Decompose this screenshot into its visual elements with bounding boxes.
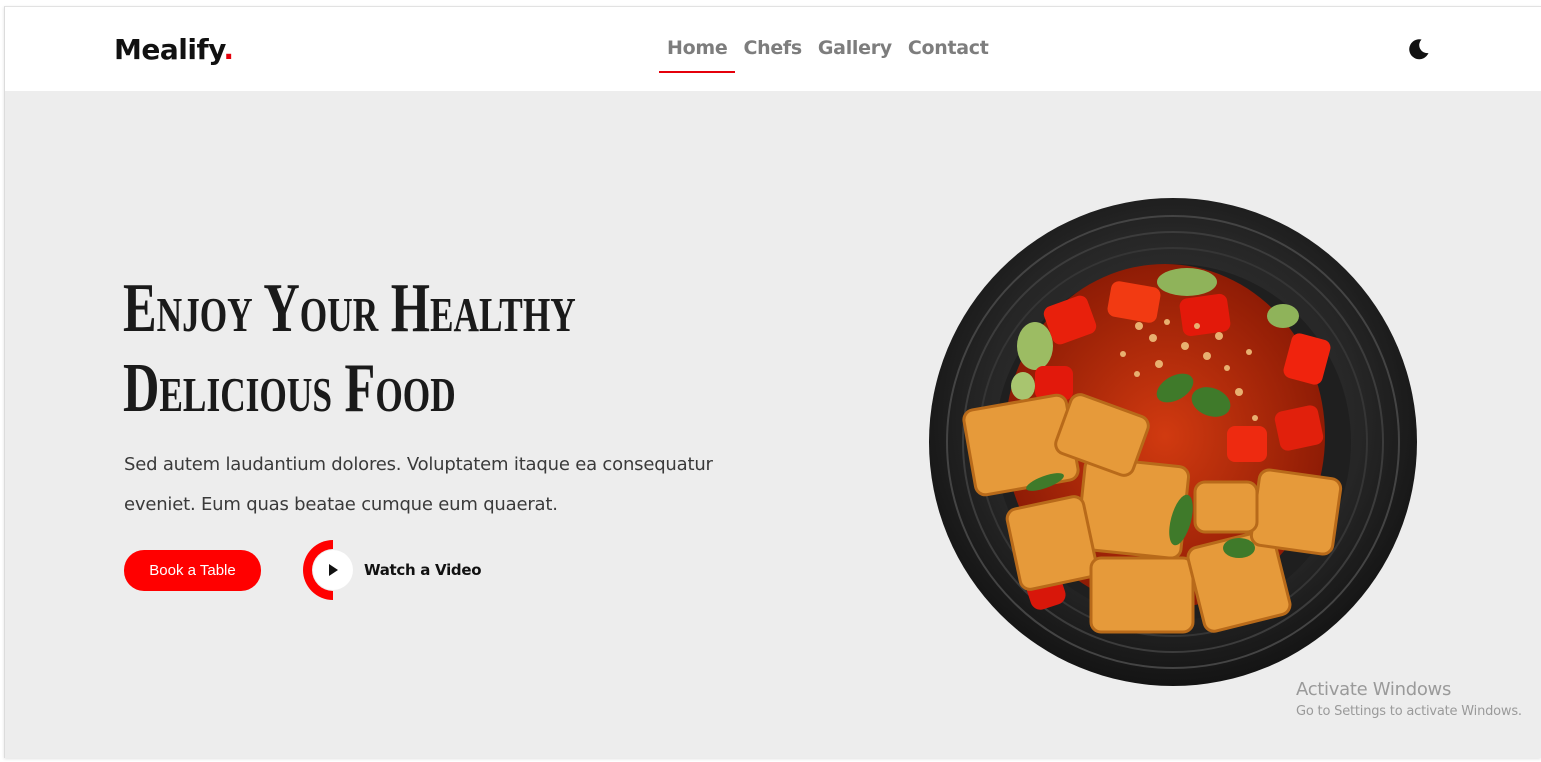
hero-title-line-2: Delicious Food bbox=[123, 350, 456, 427]
site-header: Mealify. Home Chefs Gallery Contact bbox=[5, 7, 1541, 91]
watch-video-button[interactable]: Watch a Video bbox=[303, 540, 482, 600]
windows-activation-watermark: Activate Windows Go to Settings to activ… bbox=[1296, 679, 1522, 719]
hero-title: Enjoy Your Healthy Delicious Food bbox=[123, 269, 576, 429]
logo-dot: . bbox=[223, 33, 234, 66]
hero-description: Sed autem laudantium dolores. Voluptatem… bbox=[124, 454, 713, 515]
moon-icon[interactable] bbox=[1407, 37, 1431, 61]
watermark-subtitle: Go to Settings to activate Windows. bbox=[1296, 704, 1522, 719]
page: Mealify. Home Chefs Gallery Contact Enjo… bbox=[4, 6, 1541, 758]
play-icon bbox=[313, 550, 353, 590]
watch-video-ring bbox=[303, 540, 363, 600]
nav-gallery[interactable]: Gallery bbox=[810, 37, 900, 73]
main-nav: Home Chefs Gallery Contact bbox=[659, 37, 997, 73]
book-table-button[interactable]: Book a Table bbox=[124, 550, 261, 591]
nav-chefs[interactable]: Chefs bbox=[735, 37, 809, 73]
nav-home[interactable]: Home bbox=[659, 37, 736, 73]
logo[interactable]: Mealify. bbox=[114, 33, 234, 66]
nav-contact[interactable]: Contact bbox=[900, 37, 997, 73]
food-plate-image bbox=[927, 196, 1419, 688]
hero-title-line-1: Enjoy Your Healthy bbox=[123, 270, 576, 347]
watch-video-label: Watch a Video bbox=[364, 561, 482, 579]
watermark-title: Activate Windows bbox=[1296, 679, 1452, 700]
